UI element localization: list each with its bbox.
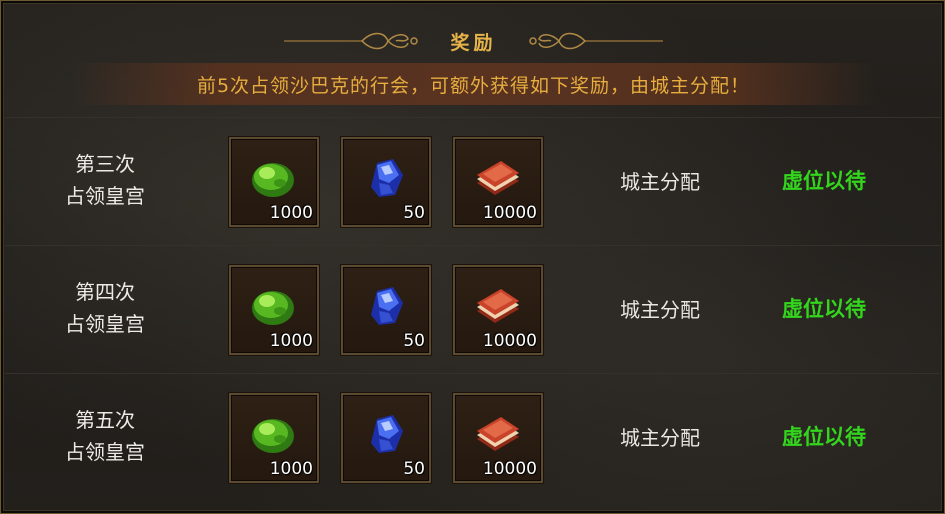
reward-row: 第五次 占领皇宫 1000 50 10000 城主分配 虚位以待 bbox=[5, 373, 942, 498]
reward-slot[interactable]: 50 bbox=[341, 265, 431, 355]
right-ornament-icon bbox=[528, 32, 663, 50]
reward-quantity: 1000 bbox=[269, 331, 313, 351]
occupation-target: 占领皇宫 bbox=[65, 184, 145, 208]
reward-quantity: 50 bbox=[403, 459, 425, 479]
title-row: 奖励 bbox=[1, 23, 945, 59]
green-jade-icon bbox=[252, 163, 294, 197]
occupation-count: 第五次 bbox=[75, 408, 135, 432]
reward-slot[interactable]: 50 bbox=[341, 137, 431, 227]
blue-crystal-icon bbox=[371, 287, 403, 325]
row-label: 第三次 占领皇宫 bbox=[45, 118, 165, 242]
row-label: 第五次 占领皇宫 bbox=[45, 374, 165, 498]
red-book-icon bbox=[477, 289, 519, 323]
status-text: 虚位以待 bbox=[782, 169, 866, 193]
reward-quantity: 10000 bbox=[482, 203, 537, 223]
reward-panel: 奖励 前5次占领沙巴克的行会，可额外获得如下奖励，由城主分配！ 第三次 占领皇宫 bbox=[0, 0, 945, 514]
allocation-text: 城主分配 bbox=[620, 425, 700, 450]
status-text: 虚位以待 bbox=[782, 297, 866, 321]
reward-row: 第四次 占领皇宫 1000 50 10000 城主分配 虚位以待 bbox=[5, 245, 942, 370]
allocation-text: 城主分配 bbox=[620, 169, 700, 194]
occupation-count: 第三次 bbox=[75, 152, 135, 176]
info-banner: 前5次占领沙巴克的行会，可额外获得如下奖励，由城主分配！ bbox=[71, 63, 876, 105]
blue-crystal-icon bbox=[371, 159, 403, 197]
reward-quantity: 50 bbox=[403, 203, 425, 223]
reward-quantity: 1000 bbox=[269, 203, 313, 223]
reward-quantity: 1000 bbox=[269, 459, 313, 479]
occupation-target: 占领皇宫 bbox=[65, 440, 145, 464]
panel-title: 奖励 bbox=[450, 31, 497, 54]
allocation-text: 城主分配 bbox=[620, 297, 700, 322]
red-book-icon bbox=[477, 161, 519, 195]
reward-quantity: 50 bbox=[403, 331, 425, 351]
reward-slot[interactable]: 1000 bbox=[229, 265, 319, 355]
banner-text: 前5次占领沙巴克的行会，可额外获得如下奖励，由城主分配！ bbox=[196, 74, 751, 97]
row-label: 第四次 占领皇宫 bbox=[45, 246, 165, 370]
reward-slot[interactable]: 10000 bbox=[453, 265, 543, 355]
green-jade-icon bbox=[252, 419, 294, 453]
reward-slot[interactable]: 1000 bbox=[229, 137, 319, 227]
blue-crystal-icon bbox=[371, 415, 403, 453]
occupation-target: 占领皇宫 bbox=[65, 312, 145, 336]
reward-slot[interactable]: 50 bbox=[341, 393, 431, 483]
reward-quantity: 10000 bbox=[482, 459, 537, 479]
reward-slot[interactable]: 1000 bbox=[229, 393, 319, 483]
occupation-count: 第四次 bbox=[75, 280, 135, 304]
reward-slot[interactable]: 10000 bbox=[453, 393, 543, 483]
left-ornament-icon bbox=[284, 32, 419, 50]
reward-row: 第三次 占领皇宫 1000 50 10000 城主分配 虚位以待 bbox=[5, 117, 942, 242]
red-book-icon bbox=[477, 417, 519, 451]
reward-quantity: 10000 bbox=[482, 331, 537, 351]
reward-slot[interactable]: 10000 bbox=[453, 137, 543, 227]
green-jade-icon bbox=[252, 291, 294, 325]
status-text: 虚位以待 bbox=[782, 425, 866, 449]
